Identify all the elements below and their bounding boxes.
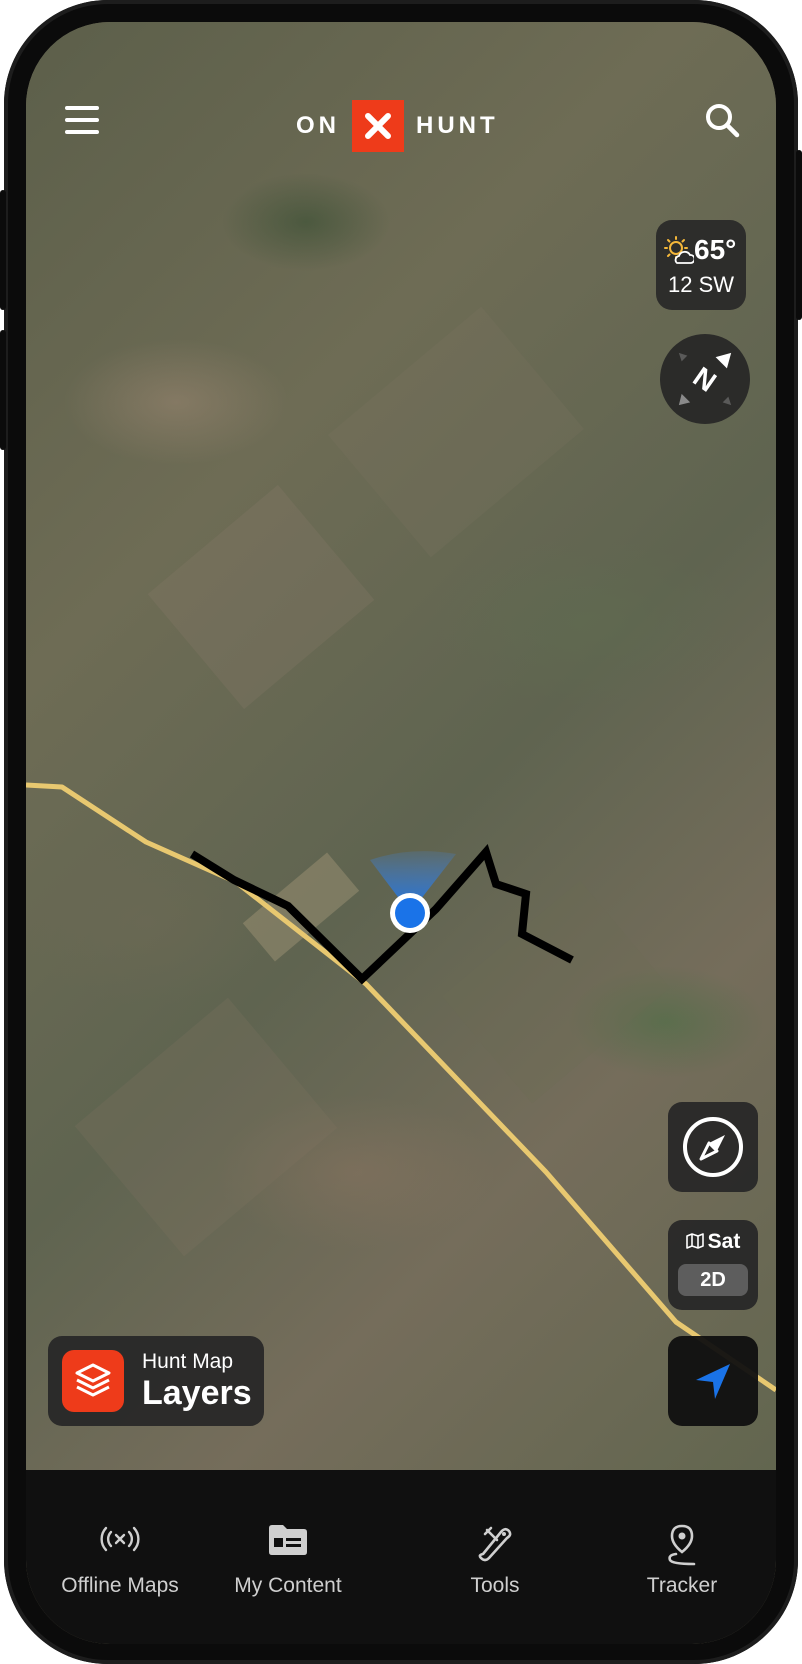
field-patch [242,852,360,962]
hunt-map-layers-button[interactable]: Hunt Map Layers [48,1336,264,1426]
logo-hunt-text: HUNT [416,112,499,139]
app-screen: ON HUNT 65° 12 SW N Sat 2D Hunt Map Laye… [26,22,776,1644]
tab-label: My Content [234,1574,342,1597]
basemap-label: Sat [707,1230,741,1253]
tab-label: Tracker [646,1574,718,1597]
logo-on-text: ON [296,112,340,139]
search-button[interactable] [696,94,748,146]
logo-x-mark [352,100,404,152]
tools-icon [478,1526,512,1562]
map-orientation-button[interactable]: N [660,334,750,424]
phone-power-button [796,150,802,320]
tab-label: Offline Maps [61,1574,179,1597]
tab-my-content[interactable]: My Content [194,1470,382,1600]
weather-widget[interactable]: 65° 12 SW [656,220,746,310]
layers-label: Layers [142,1374,252,1412]
locate-me-button[interactable] [668,1336,758,1426]
temperature-value: 65° [694,234,737,265]
tracker-pin-icon [668,1524,696,1566]
field-patch [442,880,670,1104]
offline-signal-icon [100,1526,140,1552]
svg-text:N: N [688,361,722,398]
bottom-tab-bar: Offline Maps My Content Tools Tracker [26,1470,776,1644]
basemap-toggle-button[interactable]: Sat 2D [668,1220,758,1310]
field-patch [327,306,585,558]
folder-icon [269,1525,307,1555]
onx-hunt-logo: ON HUNT [296,100,499,152]
phone-side-button [0,190,6,310]
x-icon [365,113,391,139]
partly-sunny-icon [664,236,694,264]
menu-button[interactable] [56,94,108,146]
hamburger-menu-icon [65,106,99,134]
location-dot [395,898,425,928]
tab-tracker[interactable]: Tracker [588,1470,776,1600]
layers-sublabel: Hunt Map [142,1350,234,1373]
north-arrow-icon: N [678,352,732,406]
layers-icon [75,1363,111,1397]
search-icon [706,104,740,138]
field-patch [74,997,338,1257]
phone-side-button [0,330,6,450]
map-mode-badge[interactable]: 2D [678,1264,748,1296]
tab-label: Tools [470,1574,520,1597]
compass-button[interactable] [668,1102,758,1192]
field-patch [147,484,375,710]
map-icon [685,1233,704,1249]
basemap-label-row: Sat [668,1230,758,1254]
tab-tools[interactable]: Tools [401,1470,589,1600]
navigation-arrow-icon [696,1364,730,1399]
tab-offline-maps[interactable]: Offline Maps [26,1470,214,1600]
wind-value: 12 SW [667,272,735,297]
layers-icon-tile [62,1350,124,1412]
compass-icon [683,1117,743,1177]
